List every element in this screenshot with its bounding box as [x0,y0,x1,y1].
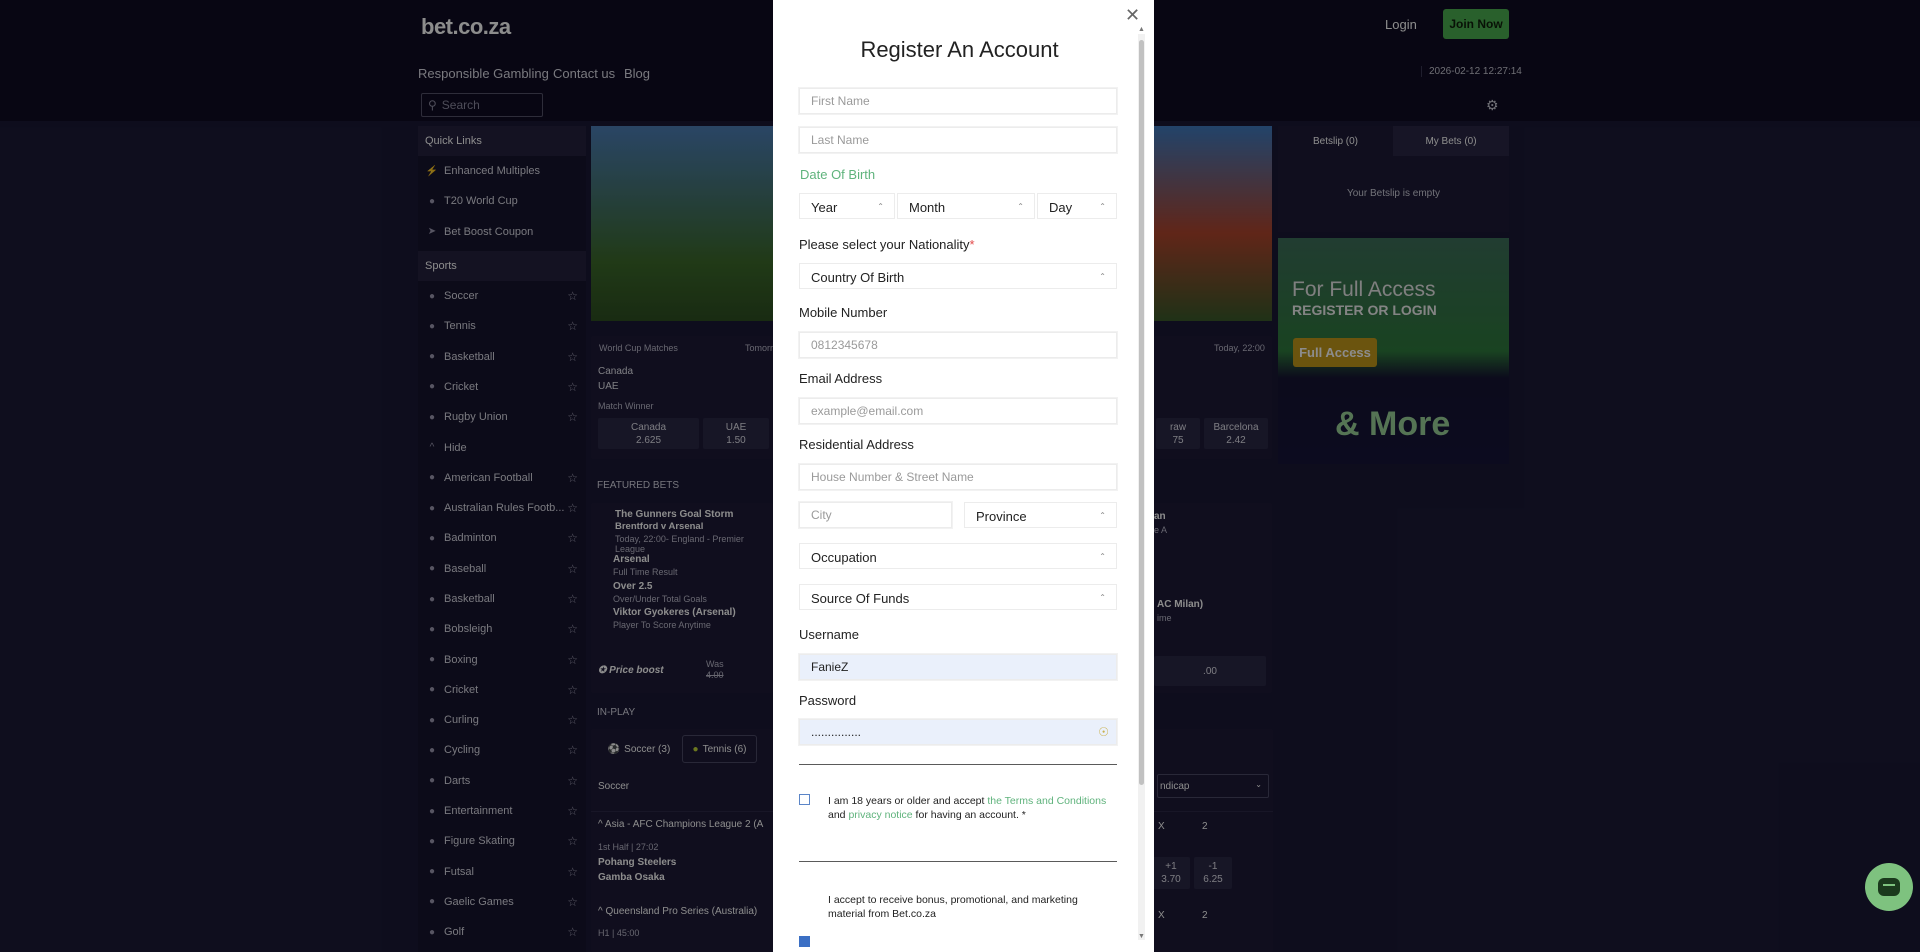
province-select[interactable]: Province ⌃ [964,502,1117,528]
dob-year-select[interactable]: Year ⌃ [799,193,895,219]
scrollbar-thumb[interactable] [1139,40,1144,785]
eye-hidden-icon[interactable]: ☉ [1098,725,1109,739]
first-name-field[interactable]: First Name [799,88,1117,114]
register-modal: ✕ Register An Account First Name Last Na… [773,0,1154,952]
close-icon[interactable]: ✕ [1125,5,1140,26]
chevron-down-icon: ⌃ [1099,511,1106,520]
divider [799,861,1117,862]
username-label: Username [799,627,859,642]
terms-checkbox[interactable] [799,794,810,805]
chevron-down-icon: ⌃ [1099,272,1106,281]
mobile-field[interactable]: 0812345678 [799,332,1117,358]
country-of-birth-select[interactable]: Country Of Birth ⌃ [799,263,1117,289]
city-field[interactable]: City [799,502,952,528]
terms-link[interactable]: the Terms and Conditions [987,795,1106,807]
marketing-text: I accept to receive bonus, promotional, … [828,894,1078,920]
source-of-funds-select[interactable]: Source Of Funds ⌃ [799,584,1117,610]
chevron-down-icon: ⌃ [1099,202,1106,211]
terms-text: I am 18 years or older and accept the Te… [828,795,1107,821]
scroll-up-arrow[interactable]: ▲ [1138,26,1145,33]
occupation-select[interactable]: Occupation ⌃ [799,543,1117,569]
chevron-down-icon: ⌃ [877,202,884,211]
chevron-down-icon: ⌃ [1099,593,1106,602]
address-label: Residential Address [799,437,914,452]
password-label: Password [799,693,857,708]
scroll-down-arrow[interactable]: ▼ [1138,933,1145,940]
street-field[interactable]: House Number & Street Name [799,464,1117,490]
modal-title: Register An Account [860,37,1059,62]
chat-button[interactable] [1865,863,1913,911]
marketing-checkbox[interactable] [799,936,810,947]
privacy-link[interactable]: privacy notice [848,809,912,821]
dob-day-select[interactable]: Day ⌃ [1037,193,1117,219]
chat-icon [1878,878,1900,896]
mobile-label: Mobile Number [799,305,888,320]
divider [799,764,1117,765]
email-label: Email Address [799,371,883,386]
chevron-down-icon: ⌃ [1099,552,1106,561]
chevron-down-icon: ⌃ [1017,202,1024,211]
nationality-label: Please select your Nationality* [799,237,975,252]
password-field[interactable]: ............... ☉ [799,719,1117,745]
dob-month-select[interactable]: Month ⌃ [897,193,1035,219]
email-field[interactable]: example@email.com [799,398,1117,424]
username-field[interactable]: FanieZ [799,654,1117,680]
dob-label: Date Of Birth [800,167,876,182]
last-name-field[interactable]: Last Name [799,127,1117,153]
